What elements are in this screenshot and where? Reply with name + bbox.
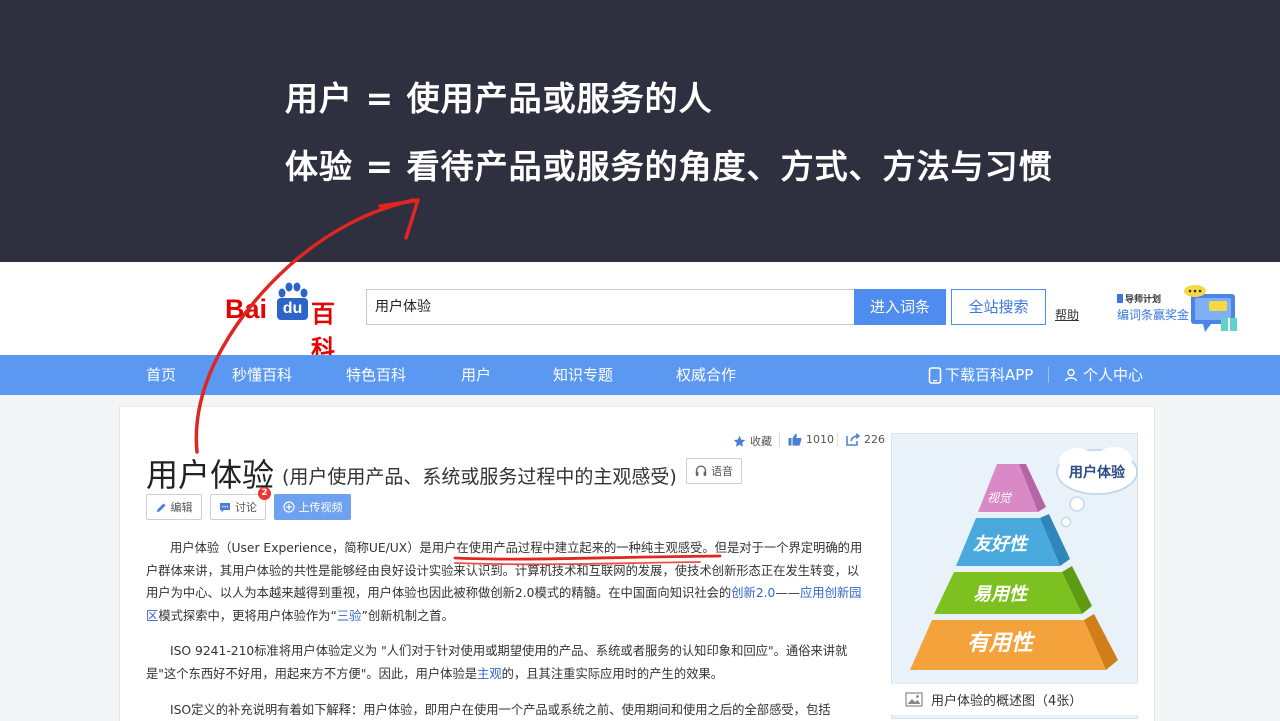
nav-divider	[1048, 367, 1049, 383]
upload-video-button[interactable]: 上传视频	[274, 494, 351, 520]
main-nav: 首页 秒懂百科 特色百科 用户 知识专题 权威合作 下载百科APP 个人中心	[0, 355, 1280, 395]
share-button[interactable]: 226	[846, 433, 885, 446]
slide-banner: 用户 = 使用产品或服务的人 体验 = 看待产品或服务的角度、方式、方法与习惯	[0, 0, 1280, 262]
promo-bar-icon	[1117, 294, 1123, 303]
logo-baike: 百科	[311, 300, 335, 363]
pyramid-level-friendliness: 友好性	[973, 534, 1029, 555]
slide-line-2: 体验 = 看待产品或服务的角度、方式、方法与习惯	[285, 147, 1053, 186]
article-subtitle: (用户使用产品、系统或服务过程中的主观感受)	[282, 466, 677, 488]
cloud-label: 用户体验	[1069, 464, 1126, 481]
thumbs-up-icon	[788, 433, 802, 446]
discuss-label: 讨论	[235, 501, 257, 514]
nav-user[interactable]: 用户	[461, 355, 491, 395]
highlighted-phrase: 在使用产品过程中建立起来的一种纯主观感受	[456, 541, 703, 555]
collect-label: 收藏	[750, 435, 772, 448]
cloud-bubble: 用户体验	[1056, 447, 1138, 528]
logo-bai: Bai	[225, 294, 268, 324]
pencil-icon	[156, 503, 165, 512]
pyramid-level-usability: 易用性	[973, 584, 1029, 605]
pyramid-level-usefulness: 有用性	[967, 631, 1036, 656]
logo-du: du	[277, 298, 308, 320]
mentor-program-promo[interactable]: 导师计划 编词条赢奖金	[1117, 285, 1242, 336]
voice-label: 语音	[711, 465, 733, 478]
comment-icon	[220, 502, 230, 512]
nav-topics[interactable]: 知识专题	[553, 355, 613, 395]
link-innovation-2[interactable]: 创新2.0	[731, 586, 775, 600]
discuss-button[interactable]: 讨论	[210, 494, 266, 520]
download-app-label: 下载百科APP	[945, 366, 1034, 384]
image-icon	[905, 692, 923, 707]
nav-miaodong[interactable]: 秒懂百科	[232, 355, 292, 395]
edit-button[interactable]: 编辑	[146, 494, 202, 520]
baidu-baike-logo[interactable]: Bai du 百科	[225, 282, 350, 363]
star-icon	[733, 435, 746, 447]
headphone-icon	[695, 465, 707, 476]
article-title: 用户体验	[146, 456, 275, 494]
help-link[interactable]: 帮助	[1055, 306, 1079, 323]
upload-video-label: 上传视频	[298, 501, 343, 514]
pyramid-level-visual: 视觉	[987, 491, 1013, 505]
slide-line-1: 用户 = 使用产品或服务的人	[285, 79, 713, 118]
like-count: 1010	[806, 433, 834, 446]
site-search-button[interactable]: 全站搜索	[951, 289, 1046, 325]
paragraph-iso-definition: ISO 9241-210标准将用户体验定义为 "人们对于针对使用或期望使用的产品…	[146, 644, 848, 681]
picture-caption[interactable]: 用户体验的概述图（4张）	[891, 683, 1138, 715]
share-icon	[846, 433, 860, 446]
edit-label: 编辑	[170, 501, 193, 514]
ux-pyramid-diagram: 用户体验 视觉 友好性 易用性 有用性	[910, 447, 1138, 670]
phone-icon	[928, 366, 942, 384]
share-count: 226	[864, 433, 885, 446]
voice-button[interactable]: 语音	[686, 458, 742, 484]
baike-header: Bai du 百科 用户体验 进入词条 全站搜索 帮助 导师计划 编词条赢奖金	[0, 262, 1280, 363]
nav-featured[interactable]: 特色百科	[346, 355, 406, 395]
link-subjective[interactable]: 主观	[477, 667, 502, 681]
nav-personal-center[interactable]: 个人中心	[1064, 355, 1143, 395]
gift-screen-icon	[1184, 285, 1237, 332]
overview-picture[interactable]: 用户体验 视觉 友好性 易用性 有用性	[891, 433, 1138, 719]
discuss-count-badge: 2	[258, 487, 271, 500]
collect-button[interactable]: 收藏	[733, 433, 772, 449]
caption-text: 用户体验的概述图	[931, 694, 1036, 709]
paragraph-definition: 用户体验（User Experience，简称UE/UX）是用户在使用产品过程中…	[146, 541, 863, 623]
nav-home[interactable]: 首页	[146, 355, 176, 395]
nav-partners[interactable]: 权威合作	[676, 355, 736, 395]
personal-center-label: 个人中心	[1083, 366, 1144, 384]
search-input[interactable]: 用户体验	[366, 289, 854, 325]
promo-subtitle: 编词条赢奖金	[1117, 308, 1190, 322]
plus-circle-icon	[282, 501, 295, 513]
user-icon	[1064, 368, 1078, 382]
promo-title: 导师计划	[1125, 295, 1162, 305]
enter-entry-button[interactable]: 进入词条	[854, 289, 946, 325]
caption-count: （4张）	[1035, 694, 1083, 709]
paragraph-iso-supplement: ISO定义的补充说明有着如下解释：用户体验，即用户在使用一个产品或系统之前、使用…	[170, 703, 831, 717]
like-button[interactable]: 1010	[788, 433, 834, 446]
link-three-experience[interactable]: 三验	[337, 609, 362, 623]
nav-download-app[interactable]: 下载百科APP	[928, 355, 1033, 395]
